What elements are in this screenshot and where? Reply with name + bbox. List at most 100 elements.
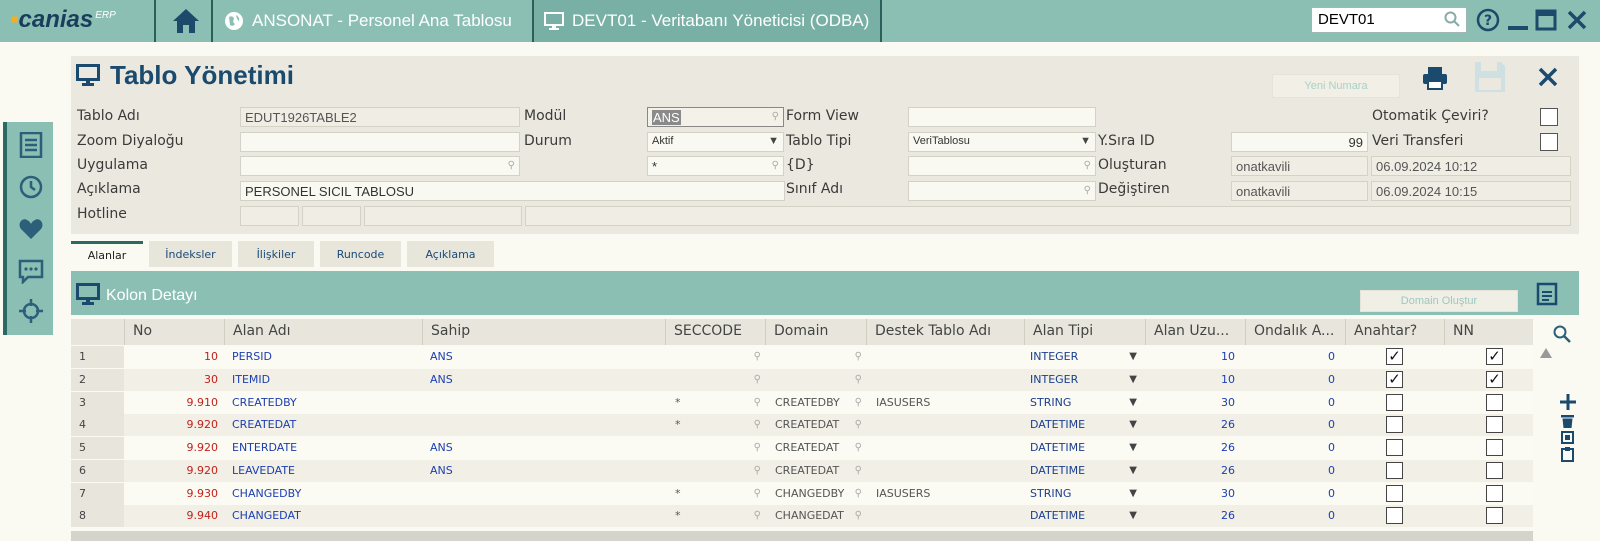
cell-alan-tipi[interactable]: DATETIME ▼ [1024,460,1145,482]
scroll-up-icon[interactable] [1539,347,1553,359]
cell-seccode[interactable]: * ⚲ [665,414,765,436]
uygulama-field[interactable]: ⚲ [240,156,520,176]
dropdown-icon[interactable]: ▼ [768,135,779,147]
cell-ondalik[interactable]: 0 [1245,460,1345,482]
d-field[interactable]: ⚲ [908,156,1096,176]
dropdown-icon[interactable]: ▼ [1129,392,1137,414]
tab-devt01[interactable]: DEVT01 - Veritabanı Yöneticisi (ODBA) [532,0,882,42]
nn-checkbox[interactable] [1486,484,1503,502]
search-icon[interactable]: ⚲ [855,414,862,436]
olusturan-field[interactable]: onatkavili [1231,156,1368,176]
cell-alan-uzunlugu[interactable]: 26 [1145,460,1245,482]
cell-domain[interactable]: CREATEDAT ⚲ [765,460,866,482]
degistiren-tarih-field[interactable]: 06.09.2024 10:15 [1371,181,1571,201]
search-icon[interactable]: ⚲ [855,369,862,391]
dropdown-icon[interactable]: ▼ [1080,135,1091,147]
table-row[interactable]: 3 9.910 CREATEDBY * ⚲ CREATEDBY ⚲ IASUSERS STRIN… [71,391,1533,414]
dropdown-icon[interactable]: ▼ [1129,460,1137,482]
cell-alan-uzunlugu[interactable]: 26 [1145,437,1245,459]
degistiren-field[interactable]: onatkavili [1231,181,1368,201]
cell-no[interactable]: 9.920 [124,437,224,459]
search-icon[interactable]: ⚲ [855,346,862,368]
search-icon[interactable]: ⚲ [1084,185,1091,196]
help-icon[interactable]: ? [1476,8,1500,32]
cell-sahip[interactable] [422,392,665,414]
cell-sahip[interactable] [422,483,665,505]
column-header-rownum[interactable] [71,319,124,345]
cell-domain[interactable]: CREATEDBY ⚲ [765,392,866,414]
minimize-icon[interactable] [1507,8,1529,32]
cell-alan-adi[interactable]: PERSID [224,346,422,368]
cell-no[interactable]: 9.940 [124,505,224,527]
cell-seccode[interactable]: * ⚲ [665,392,765,414]
cell-domain[interactable]: ⚲ [765,346,866,368]
cell-ondalik[interactable]: 0 [1245,369,1345,391]
anahtar-checkbox[interactable] [1386,439,1403,456]
oto-ceviri-checkbox[interactable] [1540,108,1558,126]
cell-alan-adi[interactable]: ITEMID [224,369,422,391]
cell-alan-adi[interactable]: LEAVEDATE [224,460,422,482]
aciklama-field[interactable]: PERSONEL SICIL TABLOSU [240,181,785,201]
cell-seccode[interactable]: ⚲ [665,460,765,482]
tablo-adi-field[interactable]: EDUT1926TABLE2 [240,107,520,127]
cell-sahip[interactable]: ANS [422,437,665,459]
cell-alan-tipi[interactable]: STRING ▼ [1024,392,1145,414]
cell-no[interactable]: 9.910 [124,392,224,414]
cell-ondalik[interactable]: 0 [1245,437,1345,459]
modul-field[interactable]: ANS ⚲ [647,107,784,127]
form-view-field[interactable] [908,107,1096,127]
cell-destek-tablo[interactable] [866,346,1024,368]
cell-seccode[interactable]: * ⚲ [665,483,765,505]
cell-no[interactable]: 9.920 [124,460,224,482]
veri-transferi-checkbox[interactable] [1540,133,1558,151]
domain-olustur-button[interactable]: Domain Oluştur [1360,290,1518,312]
cell-alan-uzunlugu[interactable]: 10 [1145,346,1245,368]
search-icon[interactable]: ⚲ [508,160,515,171]
search-icon[interactable]: ⚲ [754,460,761,482]
cell-ondalik[interactable]: 0 [1245,392,1345,414]
column-header-alan-tipi[interactable]: Alan Tipi [1024,319,1145,345]
cell-alan-adi[interactable]: CHANGEDAT [224,505,422,527]
anahtar-checkbox[interactable] [1386,484,1403,502]
column-header-seccode[interactable]: SECCODE [665,319,765,345]
column-header-no[interactable]: No [124,319,224,345]
anahtar-checkbox[interactable] [1386,461,1403,479]
nn-checkbox[interactable]: ✓ [1486,348,1503,365]
cell-seccode[interactable]: * ⚲ [665,505,765,527]
new-number-button[interactable]: Yeni Numara [1272,74,1400,98]
cell-alan-uzunlugu[interactable]: 26 [1145,414,1245,436]
cell-domain[interactable]: CREATEDAT ⚲ [765,437,866,459]
cell-sahip[interactable] [422,414,665,436]
column-header-alan-adi[interactable]: Alan Adı [224,319,422,345]
delete-row-icon[interactable] [1560,414,1575,429]
anahtar-checkbox[interactable] [1386,393,1403,411]
dropdown-icon[interactable]: ▼ [1129,483,1137,505]
column-header-alan-uzunlugu[interactable]: Alan Uzu... [1145,319,1245,345]
save-icon[interactable] [1473,60,1507,94]
anahtar-checkbox[interactable]: ✓ [1386,370,1403,388]
cell-alan-tipi[interactable]: STRING ▼ [1024,483,1145,505]
top-search-input[interactable]: DEVT01 [1311,7,1467,33]
search-icon[interactable]: ⚲ [754,346,761,368]
cell-alan-uzunlugu[interactable]: 30 [1145,483,1245,505]
cell-no[interactable]: 9.920 [124,414,224,436]
search-icon[interactable]: ⚲ [855,437,862,459]
table-row[interactable]: 8 9.940 CHANGEDAT * ⚲ CHANGEDAT ⚲ DATETIME ▼ 26 0 [71,505,1533,528]
cell-no[interactable]: 9.930 [124,483,224,505]
cell-destek-tablo[interactable] [866,437,1024,459]
cell-alan-tipi[interactable]: INTEGER ▼ [1024,346,1145,368]
dropdown-icon[interactable]: ▼ [1129,369,1137,391]
cell-no[interactable]: 30 [124,369,224,391]
table-row[interactable]: 2 30 ITEMID ANS ⚲ ⚲ INTEGER ▼ 10 0 ✓ ✓ [71,368,1533,391]
nn-checkbox[interactable] [1486,439,1503,456]
dropdown-icon[interactable]: ▼ [1129,437,1137,459]
anahtar-checkbox[interactable] [1386,416,1403,434]
dropdown-icon[interactable]: ▼ [1129,414,1137,436]
cell-ondalik[interactable]: 0 [1245,505,1345,527]
search-icon[interactable]: ⚲ [754,483,761,505]
search-icon[interactable] [1553,325,1571,343]
cell-sahip[interactable] [422,505,665,527]
column-header-sahip[interactable]: Sahip [422,319,665,345]
settings-button[interactable] [18,298,44,324]
close-window-icon[interactable] [1565,8,1589,32]
